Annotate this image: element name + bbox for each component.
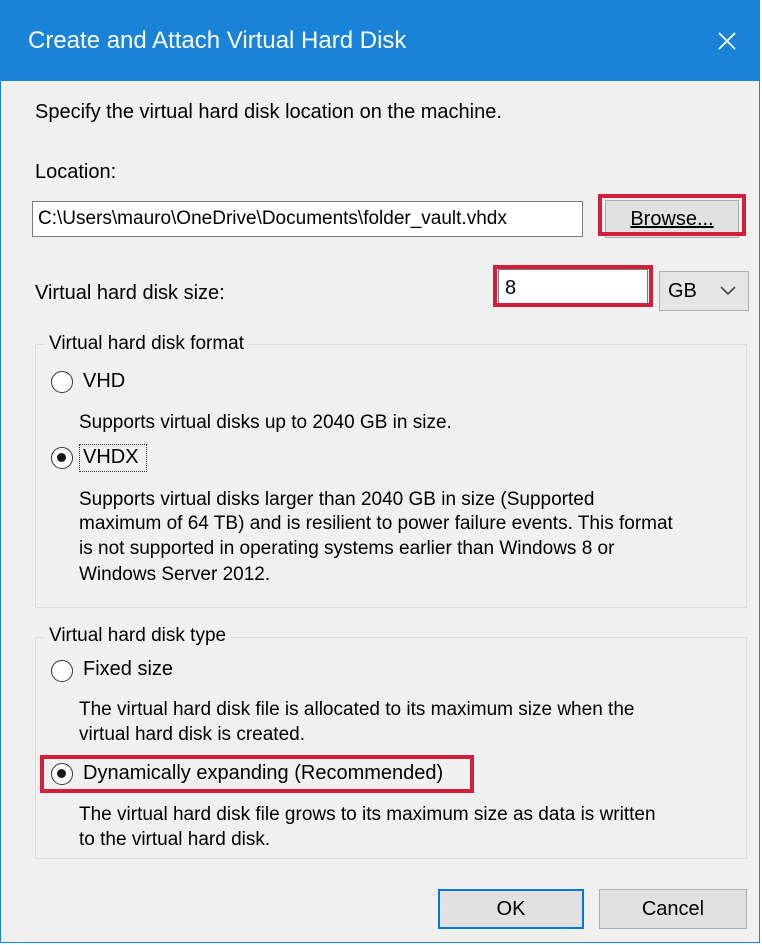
dynamic-description-line-1: The virtual hard disk file grows to its …	[79, 804, 656, 825]
vhd-description: Supports virtual disks up to 2040 GB in …	[79, 412, 452, 433]
chevron-down-icon	[720, 286, 736, 296]
dialog-title: Create and Attach Virtual Hard Disk	[28, 27, 407, 54]
close-icon	[718, 32, 736, 50]
cancel-button[interactable]: Cancel	[599, 889, 747, 929]
format-legend: Virtual hard disk format	[45, 333, 249, 355]
location-input[interactable]	[32, 201, 583, 237]
fixed-size-radio[interactable]	[51, 660, 73, 682]
browse-button[interactable]: Browse...	[605, 200, 739, 238]
fixed-size-description-line-1: The virtual hard disk file is allocated …	[79, 699, 635, 720]
ok-button[interactable]: OK	[438, 889, 584, 929]
dynamic-description-line-2: to the virtual hard disk.	[79, 829, 271, 850]
title-bar: Create and Attach Virtual Hard Disk	[1, 1, 759, 81]
fixed-size-description-line-2: virtual hard disk is created.	[79, 724, 305, 745]
size-unit-value: GB	[668, 279, 697, 302]
ok-button-label: OK	[496, 897, 526, 920]
size-input[interactable]	[498, 269, 648, 307]
size-unit-select[interactable]: GB	[659, 271, 749, 311]
dynamic-label[interactable]: Dynamically expanding (Recommended)	[83, 762, 443, 785]
vhdx-description-line-2: maximum of 64 TB) and is resilient to po…	[79, 513, 673, 534]
vhd-label[interactable]: VHD	[83, 370, 125, 393]
dynamic-radio[interactable]	[51, 763, 73, 785]
cancel-button-label: Cancel	[641, 897, 705, 920]
radio-selected-dot	[57, 769, 66, 778]
vhdx-radio[interactable]	[51, 447, 73, 469]
close-button[interactable]	[695, 1, 759, 81]
radio-selected-dot	[57, 453, 66, 462]
browse-button-label: Browse...	[630, 207, 714, 230]
intro-text: Specify the virtual hard disk location o…	[35, 101, 502, 123]
size-label: Virtual hard disk size:	[35, 282, 225, 304]
vhdx-description-line-1: Supports virtual disks larger than 2040 …	[79, 489, 595, 510]
create-vhd-dialog: Create and Attach Virtual Hard Disk Spec…	[0, 0, 760, 943]
fixed-size-label[interactable]: Fixed size	[83, 658, 173, 681]
vhd-radio[interactable]	[51, 371, 73, 393]
type-legend: Virtual hard disk type	[45, 625, 231, 647]
vhdx-description-line-3: is not supported in operating systems ea…	[79, 538, 615, 559]
vhdx-description-line-4: Windows Server 2012.	[79, 564, 271, 585]
vhdx-label[interactable]: VHDX	[83, 446, 139, 469]
location-label: Location:	[35, 161, 117, 183]
